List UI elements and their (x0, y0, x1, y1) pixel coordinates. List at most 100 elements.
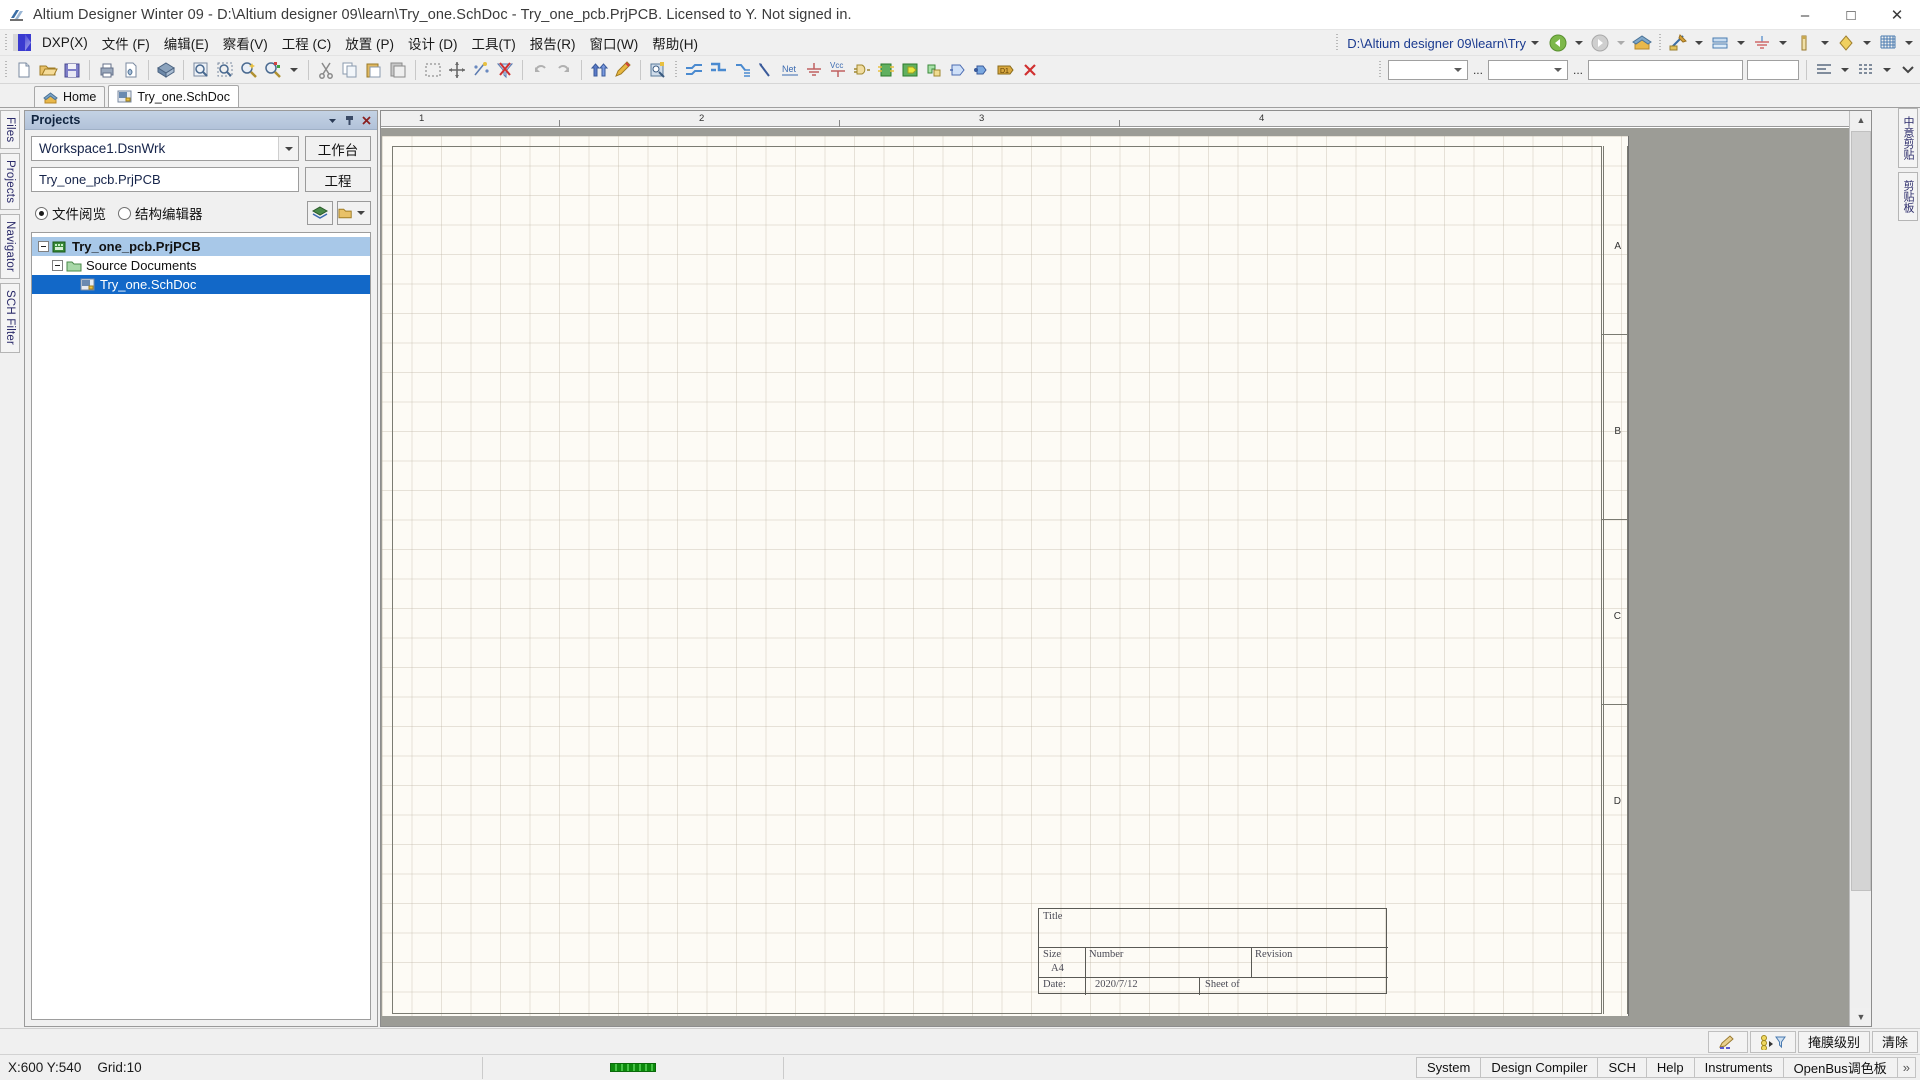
menu-edit[interactable]: 编辑(E) (157, 30, 216, 56)
place-signal-icon[interactable] (755, 59, 777, 81)
print-preview-icon[interactable] (120, 59, 142, 81)
status-panel-sch[interactable]: SCH (1597, 1057, 1646, 1078)
place-sheet-entry-icon[interactable] (899, 59, 921, 81)
back-icon[interactable] (1547, 32, 1569, 54)
status-panel-design-compiler[interactable]: Design Compiler (1480, 1057, 1598, 1078)
gnd-power-icon[interactable] (1751, 32, 1773, 54)
sheet-title-block[interactable]: Title Size A4 Number Revision Date: 2020… (1038, 908, 1387, 994)
layers-icon[interactable] (307, 201, 333, 225)
mask-level-button[interactable]: 掩膜级别 (1798, 1031, 1870, 1053)
folder-dropdown-icon[interactable] (337, 201, 371, 225)
sidebar-tab-clipboard[interactable]: 剪贴板 (1898, 172, 1918, 221)
select-area-icon[interactable] (422, 59, 444, 81)
zoom-filter-icon[interactable] (262, 59, 284, 81)
status-panel-openbus[interactable]: OpenBus调色板 (1783, 1057, 1898, 1078)
align-left-icon[interactable] (1813, 59, 1835, 81)
menu-help[interactable]: 帮助(H) (645, 30, 705, 56)
align-dropdown-icon[interactable] (1841, 68, 1849, 72)
scroll-up-button[interactable]: ▲ (1851, 111, 1871, 129)
undo-icon[interactable] (529, 59, 551, 81)
close-icon[interactable] (359, 113, 374, 128)
project-field[interactable]: Try_one_pcb.PrjPCB (31, 167, 299, 192)
menu-window[interactable]: 窗口(W) (583, 30, 646, 56)
clear-filter-icon[interactable] (494, 59, 516, 81)
place-gnd-icon[interactable] (803, 59, 825, 81)
forward-icon[interactable] (1589, 32, 1611, 54)
expander-collapse-icon[interactable] (38, 241, 49, 252)
tree-node[interactable]: Try_one_pcb.PrjPCB (32, 237, 370, 256)
print-icon[interactable] (96, 59, 118, 81)
radio-structure-editor[interactable] (118, 207, 131, 220)
paste-special-icon[interactable] (387, 59, 409, 81)
chevron-down-icon[interactable] (278, 137, 298, 160)
sidebar-tab-favorites[interactable]: 中意剪贴 (1898, 108, 1918, 168)
bus-icon[interactable] (1709, 32, 1731, 54)
tab-try-one-schdoc[interactable]: Try_one.SchDoc (108, 85, 239, 107)
workspace-button[interactable]: 工作台 (305, 136, 371, 161)
radio-file-view[interactable] (35, 207, 48, 220)
filter-level-button[interactable] (1750, 1031, 1796, 1053)
sheet-symbol-icon[interactable] (1667, 32, 1689, 54)
sidebar-tab-sch-filter[interactable]: SCH Filter (0, 283, 20, 352)
menu-place[interactable]: 放置 (P) (338, 30, 401, 56)
wiring-toolbar-grip-icon[interactable] (673, 61, 680, 79)
browse-library-icon[interactable] (647, 59, 669, 81)
clear-button[interactable]: 清除 (1872, 1031, 1918, 1053)
filter-toolbar-grip-icon[interactable] (1377, 61, 1384, 79)
expander-collapse-icon[interactable] (52, 260, 63, 271)
close-button[interactable]: ✕ (1874, 0, 1920, 30)
paste-icon[interactable] (363, 59, 385, 81)
menu-dxp[interactable]: DXP(X) (35, 32, 95, 53)
minimize-button[interactable]: – (1782, 0, 1828, 30)
maximize-button[interactable]: □ (1828, 0, 1874, 30)
tab-home[interactable]: Home (34, 86, 105, 107)
zoom-document-icon[interactable] (190, 59, 212, 81)
filter-combo-4[interactable] (1747, 60, 1799, 80)
pin-icon[interactable] (342, 113, 357, 128)
schematic-toolbar-grip-icon[interactable] (1657, 34, 1664, 52)
schematic-sheet[interactable]: ABCD Title Size A4 Number Revision Date:… (382, 136, 1629, 1016)
filter-combo-1[interactable] (1388, 60, 1468, 80)
sidebar-tab-navigator[interactable]: Navigator (0, 214, 20, 279)
tree-node[interactable]: Try_one.SchDoc (32, 275, 370, 294)
menu-tools[interactable]: 工具(T) (465, 30, 523, 56)
chevron-down-icon[interactable] (1531, 41, 1539, 45)
place-net-label-icon[interactable]: Net (779, 59, 801, 81)
menu-grip-icon[interactable] (3, 34, 10, 52)
distribute-icon[interactable] (1855, 59, 1877, 81)
schematic-editor[interactable]: 1234 ABCD Title Size A4 Number Revision (380, 110, 1872, 1027)
mask-pen-button[interactable] (1708, 1031, 1748, 1053)
dxp-logo-icon[interactable] (13, 34, 31, 51)
workspace-combo[interactable]: Workspace1.DsnWrk (31, 136, 299, 161)
net-dropdown-icon[interactable] (1863, 41, 1871, 45)
grid-dropdown-icon[interactable] (1905, 41, 1913, 45)
zoom-area-icon[interactable] (214, 59, 236, 81)
place-device-sheet-icon[interactable] (923, 59, 945, 81)
redo-icon[interactable] (553, 59, 575, 81)
back-dropdown-icon[interactable] (1575, 41, 1583, 45)
close-x-icon[interactable] (1019, 59, 1041, 81)
place-bus-entry-icon[interactable] (731, 59, 753, 81)
path-toolbar-grip-icon[interactable] (1334, 34, 1341, 52)
cut-icon[interactable] (315, 59, 337, 81)
component-icon[interactable] (1793, 32, 1815, 54)
save-document-icon[interactable] (61, 59, 83, 81)
place-part-icon[interactable] (851, 59, 873, 81)
scrollbar-thumb[interactable] (1851, 131, 1871, 891)
home-icon[interactable] (1631, 32, 1653, 54)
status-panel-instruments[interactable]: Instruments (1694, 1057, 1784, 1078)
deselect-icon[interactable] (470, 59, 492, 81)
component-dropdown-icon[interactable] (1821, 41, 1829, 45)
panel-menu-icon[interactable] (325, 113, 340, 128)
sheet-symbol-dropdown-icon[interactable] (1695, 41, 1703, 45)
sidebar-tab-projects[interactable]: Projects (0, 153, 20, 210)
place-sheet-symbol-icon[interactable] (875, 59, 897, 81)
status-panel-more[interactable]: » (1897, 1057, 1916, 1078)
menu-design[interactable]: 设计 (D) (401, 30, 465, 56)
zoom-selected-icon[interactable] (238, 59, 260, 81)
open-3d-icon[interactable] (155, 59, 177, 81)
menu-view[interactable]: 察看(V) (216, 30, 275, 56)
project-tree[interactable]: Try_one_pcb.PrjPCBSource DocumentsTry_on… (31, 232, 371, 1020)
status-panel-help[interactable]: Help (1646, 1057, 1695, 1078)
grid-icon[interactable] (1877, 32, 1899, 54)
